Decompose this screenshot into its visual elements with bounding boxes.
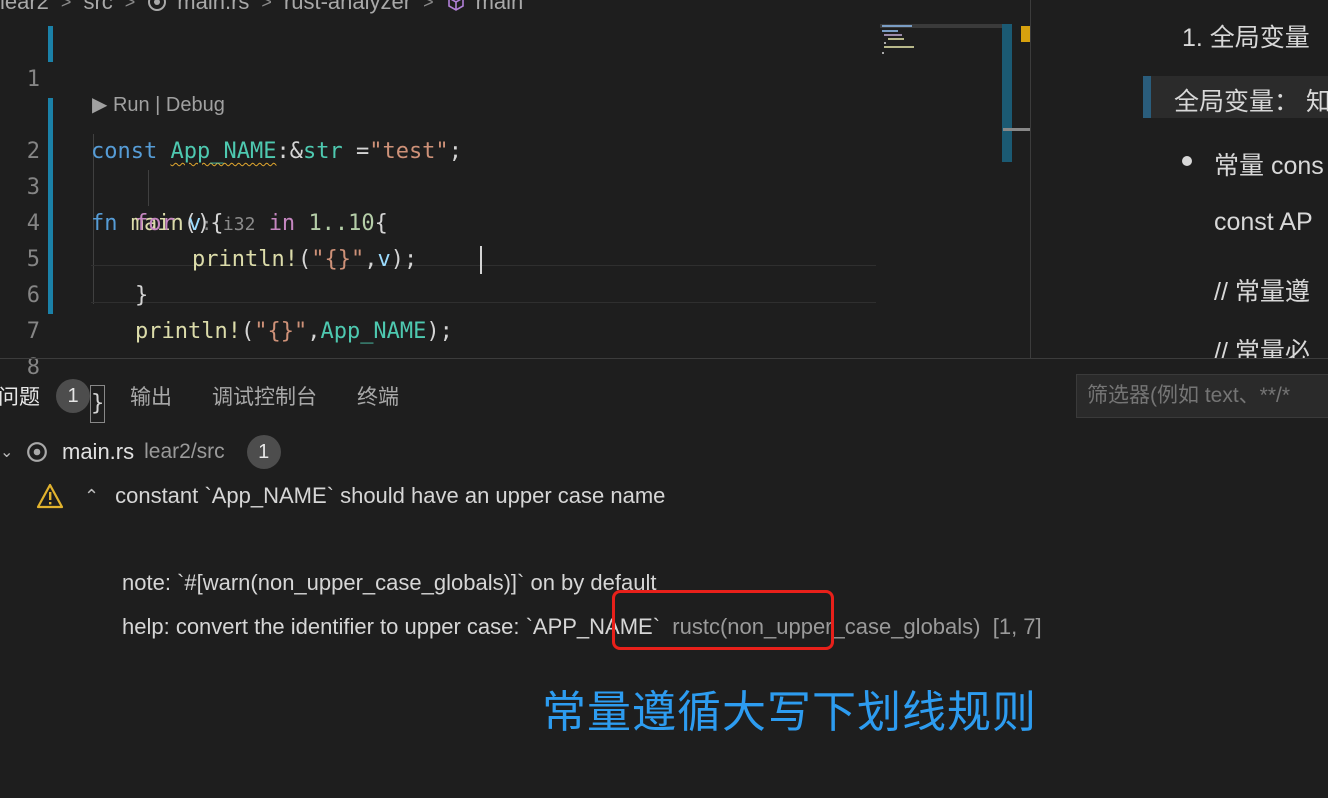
file-name: main.rs (62, 439, 135, 464)
panel-tabs: 问题 1 输出 调试控制台 终端 (0, 372, 1070, 420)
preview-blockquote: 全局变量： 知 (1174, 88, 1328, 116)
tab-output[interactable]: 输出 (130, 381, 172, 411)
gutter-change-marker (48, 26, 53, 62)
panel-border (0, 358, 1328, 359)
tab-label: 终端 (357, 386, 399, 409)
help-prefix: help: convert the identifier to upper ca… (122, 614, 526, 639)
file-problem-count: 1 (246, 435, 281, 469)
problem-note: note: `#[warn(non_upper_case_globals)]` … (122, 570, 657, 595)
tab-terminal[interactable]: 终端 (357, 381, 399, 411)
chevron-right-icon: > (261, 0, 272, 12)
line-number: 1 (26, 67, 40, 92)
tab-problems[interactable]: 问题 1 (0, 379, 90, 413)
warning-overview-marker (1021, 26, 1030, 42)
problem-position: [1, 7] (992, 614, 1042, 639)
preview-code-line: // 常量遵 (1214, 278, 1310, 306)
preview-code-line: const AP (1214, 208, 1313, 236)
problem-help: help: convert the identifier to upper ca… (122, 614, 1042, 640)
rust-file-icon (148, 0, 167, 11)
breadcrumb-item-symbol[interactable]: main (476, 0, 524, 14)
code-line-3[interactable]: 3 for v: i32 in 1..10{ (0, 134, 880, 236)
chevron-up-icon[interactable]: ⌃ (84, 486, 99, 507)
breadcrumb-item-src[interactable]: src (83, 0, 112, 14)
code-line-4[interactable]: 4 println!("{}",v); (0, 170, 880, 272)
problem-message: constant `App_NAME` should have an upper… (115, 483, 666, 508)
annotation-highlight-box (612, 590, 834, 650)
code-line-1[interactable]: 1 const App_NAME:&str ="test"; (0, 26, 880, 164)
preview-heading: 1. 全局变量 (1182, 24, 1310, 52)
symbol-cube-icon (447, 0, 464, 11)
problems-filter-input[interactable] (1076, 374, 1328, 418)
minimap[interactable] (880, 24, 1002, 54)
chevron-right-icon: > (124, 0, 136, 12)
blockquote-bar (1143, 76, 1151, 118)
editor-scrollbar[interactable] (1002, 24, 1012, 162)
preview-code-line: // 常量必 (1214, 338, 1310, 358)
tab-label: 问题 (0, 386, 40, 409)
code-line-2[interactable]: 2 fn main(){ (0, 98, 880, 314)
chevron-right-icon: > (60, 0, 72, 12)
code-line-7[interactable]: 7 (0, 278, 880, 344)
preview-bullet-text: 常量 cons (1214, 152, 1324, 180)
breadcrumb: lear2 > src > main.rs > rust-analyzer > … (0, 0, 1030, 14)
problems-count-badge: 1 (56, 379, 90, 413)
file-path: lear2/src (144, 440, 225, 463)
breadcrumb-item-folder[interactable]: lear2 (0, 0, 49, 14)
chevron-right-icon: > (423, 0, 434, 12)
code-editor[interactable]: 1 const App_NAME:&str ="test"; ▶ Run | D… (0, 24, 1030, 423)
tab-debug-console[interactable]: 调试控制台 (212, 381, 317, 411)
breadcrumb-item-file[interactable]: main.rs (177, 0, 249, 14)
code-line-8[interactable]: 8 } (0, 314, 880, 423)
tab-label: 输出 (130, 386, 172, 409)
breadcrumb-item-analyzer[interactable]: rust-analyzer (284, 0, 411, 14)
chevron-down-icon[interactable]: ⌄ (0, 442, 22, 462)
text-cursor (480, 246, 482, 274)
warning-icon (36, 483, 64, 509)
bullet-icon (1182, 156, 1192, 166)
rust-file-icon (27, 442, 47, 462)
tab-label: 调试控制台 (212, 386, 317, 409)
code-line-6[interactable]: 6 println!("{}",App_NAME); (0, 242, 880, 344)
problem-file-row[interactable]: ⌄ main.rs lear2/src 1 (0, 432, 281, 472)
code-line-5[interactable]: 5 } (0, 206, 880, 308)
problem-item[interactable]: ⌃ constant `App_NAME` should have an upp… (36, 478, 665, 514)
annotation-caption: 常量遵循大写下划线规则 (542, 688, 1037, 737)
scrollbar-position-marker (1003, 128, 1030, 131)
